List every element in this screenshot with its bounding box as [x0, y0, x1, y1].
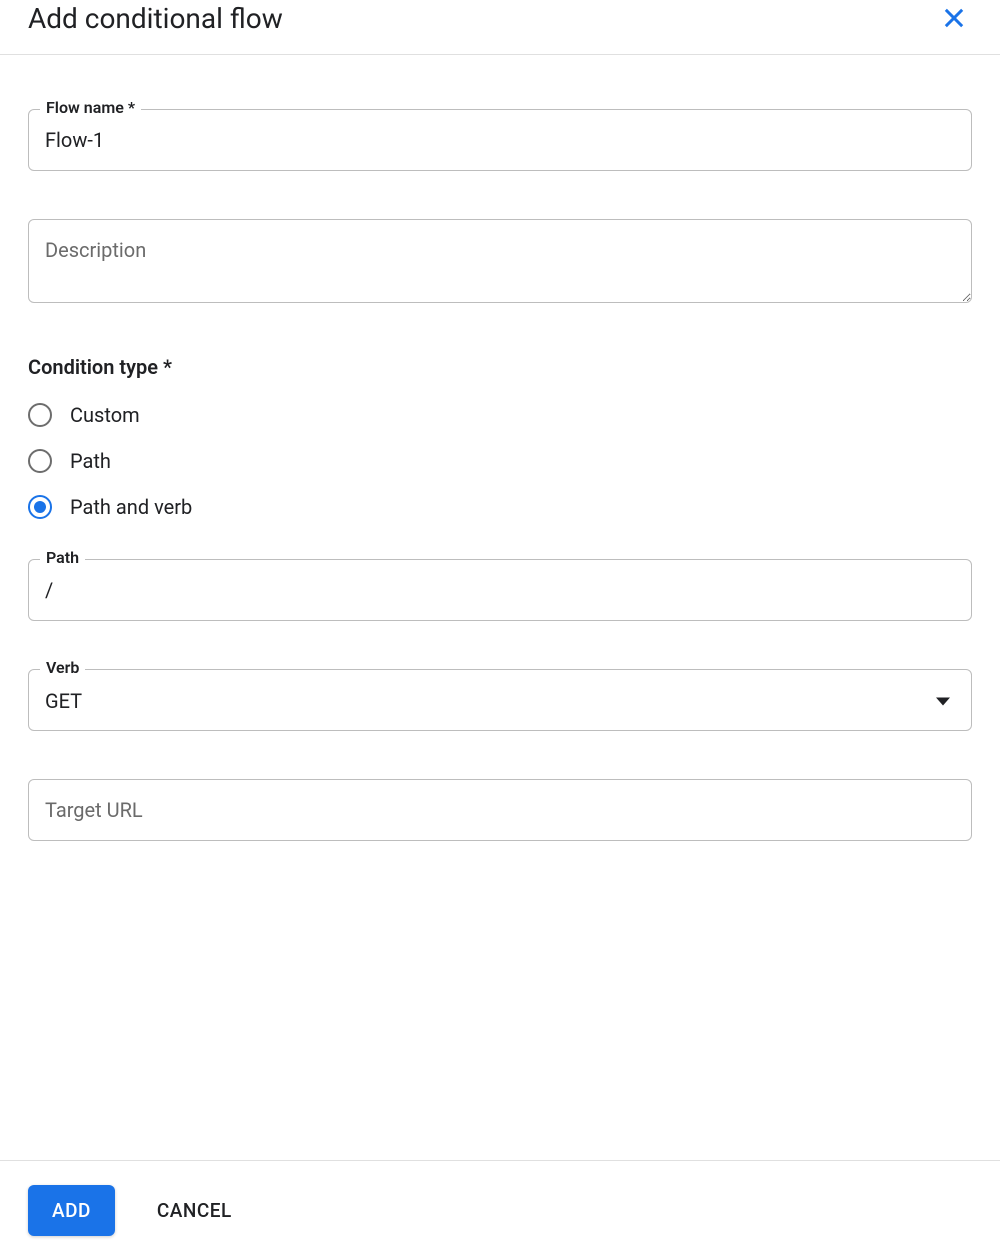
close-button[interactable]: [936, 0, 972, 36]
radio-option-path[interactable]: Path: [28, 449, 972, 473]
radio-icon: [28, 495, 52, 519]
verb-label: Verb: [40, 658, 85, 677]
verb-select[interactable]: GET: [28, 669, 972, 731]
radio-label-custom: Custom: [70, 403, 140, 427]
path-field: Path: [28, 559, 972, 621]
path-label: Path: [40, 548, 85, 567]
target-url-input[interactable]: [28, 779, 972, 841]
radio-label-path: Path: [70, 449, 111, 473]
radio-option-path-and-verb[interactable]: Path and verb: [28, 495, 972, 519]
flow-name-label: Flow name *: [40, 98, 141, 117]
condition-type-label: Condition type *: [28, 355, 972, 379]
target-url-field: [28, 779, 972, 841]
dialog-body: Flow name * Condition type * Custom Path…: [0, 55, 1000, 1160]
add-button[interactable]: ADD: [28, 1185, 115, 1236]
flow-name-input[interactable]: [28, 109, 972, 171]
description-field: [28, 219, 972, 307]
description-input[interactable]: [28, 219, 972, 303]
radio-option-custom[interactable]: Custom: [28, 403, 972, 427]
condition-type-radio-group: Custom Path Path and verb: [28, 403, 972, 519]
flow-name-field: Flow name *: [28, 109, 972, 171]
radio-icon: [28, 403, 52, 427]
dialog-header: Add conditional flow: [0, 0, 1000, 55]
dialog-footer: ADD CANCEL: [0, 1160, 1000, 1260]
radio-label-path-and-verb: Path and verb: [70, 495, 192, 519]
path-input[interactable]: [28, 559, 972, 621]
verb-select-wrapper: GET: [28, 669, 972, 731]
dialog-title: Add conditional flow: [28, 2, 283, 35]
cancel-button[interactable]: CANCEL: [157, 1199, 232, 1222]
verb-field: Verb GET: [28, 669, 972, 731]
close-icon: [940, 4, 968, 32]
radio-icon: [28, 449, 52, 473]
